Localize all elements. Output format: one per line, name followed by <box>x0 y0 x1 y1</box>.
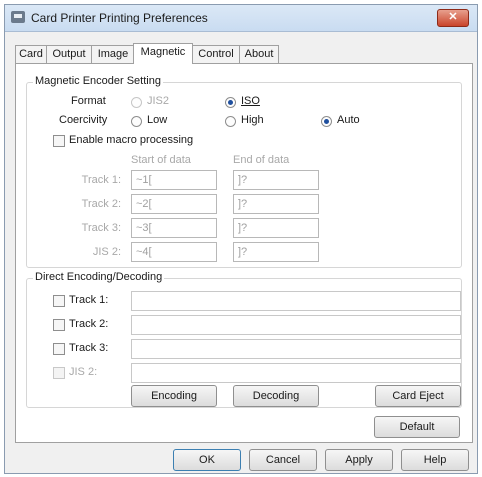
coercivity-high-label: High <box>241 114 264 126</box>
start-of-data-header: Start of data <box>131 154 191 166</box>
track2-start-field[interactable]: ~2[ <box>131 194 217 214</box>
card-eject-button[interactable]: Card Eject <box>375 385 461 407</box>
direct-track2-label: Track 2: <box>69 318 109 330</box>
tab-output[interactable]: Output <box>46 45 92 63</box>
coercivity-low-label: Low <box>147 114 168 126</box>
help-button[interactable]: Help <box>401 449 469 471</box>
tab-magnetic[interactable]: Magnetic <box>133 43 193 64</box>
format-iso-radio[interactable] <box>225 97 236 108</box>
format-jis2-radio[interactable] <box>131 97 142 108</box>
encoding-button[interactable]: Encoding <box>131 385 217 407</box>
track3-end-field[interactable]: ]? <box>233 218 319 238</box>
tab-card[interactable]: Card <box>15 45 47 63</box>
track2-end-field[interactable]: ]? <box>233 194 319 214</box>
jis2-label: JIS 2: <box>92 246 121 258</box>
direct-track3-label: Track 3: <box>69 342 109 354</box>
close-button[interactable]: ✕ <box>437 9 469 27</box>
encoder-group-title: Magnetic Encoder Setting <box>33 75 163 87</box>
format-jis2-label: JIS2 <box>147 95 170 107</box>
direct-jis2-checkbox[interactable] <box>53 367 65 379</box>
coercivity-high-radio[interactable] <box>225 116 236 127</box>
tab-control[interactable]: Control <box>192 45 240 63</box>
tab-about[interactable]: About <box>239 45 279 63</box>
jis2-end-field[interactable]: ]? <box>233 242 319 262</box>
magnetic-tab-panel: Magnetic Encoder Setting Format JIS2 ISO… <box>15 63 473 443</box>
track1-end-field[interactable]: ]? <box>233 170 319 190</box>
coercivity-auto-label: Auto <box>337 114 360 126</box>
direct-jis2-label: JIS 2: <box>69 366 98 378</box>
track1-label: Track 1: <box>81 174 121 186</box>
direct-track2-field[interactable] <box>131 315 461 335</box>
format-label: Format <box>71 95 106 107</box>
direct-track3-checkbox[interactable] <box>53 343 65 355</box>
macro-label: Enable macro processing <box>69 134 194 146</box>
direct-track1-field[interactable] <box>131 291 461 311</box>
direct-encoding-group: Direct Encoding/Decoding Track 1: Track … <box>26 271 462 408</box>
preferences-window: Card Printer Printing Preferences ✕ Card… <box>4 4 478 474</box>
window-title: Card Printer Printing Preferences <box>31 11 208 25</box>
decoding-button[interactable]: Decoding <box>233 385 319 407</box>
coercivity-auto-radio[interactable] <box>321 116 332 127</box>
track2-label: Track 2: <box>81 198 121 210</box>
coercivity-label: Coercivity <box>59 114 108 126</box>
jis2-start-field[interactable]: ~4[ <box>131 242 217 262</box>
format-iso-label: ISO <box>241 95 260 107</box>
coercivity-low-radio[interactable] <box>131 116 142 127</box>
track1-start-field[interactable]: ~1[ <box>131 170 217 190</box>
direct-group-title: Direct Encoding/Decoding <box>33 271 165 283</box>
direct-track1-label: Track 1: <box>69 294 109 306</box>
end-of-data-header: End of data <box>233 154 290 166</box>
encoder-settings-group: Magnetic Encoder Setting Format JIS2 ISO… <box>26 75 462 268</box>
direct-track3-field[interactable] <box>131 339 461 359</box>
direct-jis2-field[interactable] <box>131 363 461 383</box>
track3-label: Track 3: <box>81 222 121 234</box>
ok-button[interactable]: OK <box>173 449 241 471</box>
apply-button[interactable]: Apply <box>325 449 393 471</box>
tab-image[interactable]: Image <box>91 45 135 63</box>
default-button[interactable]: Default <box>374 416 460 438</box>
direct-track2-checkbox[interactable] <box>53 319 65 331</box>
title-bar: Card Printer Printing Preferences ✕ <box>5 5 477 32</box>
printer-icon <box>11 11 25 23</box>
macro-checkbox[interactable] <box>53 135 65 147</box>
track3-start-field[interactable]: ~3[ <box>131 218 217 238</box>
cancel-button[interactable]: Cancel <box>249 449 317 471</box>
direct-track1-checkbox[interactable] <box>53 295 65 307</box>
